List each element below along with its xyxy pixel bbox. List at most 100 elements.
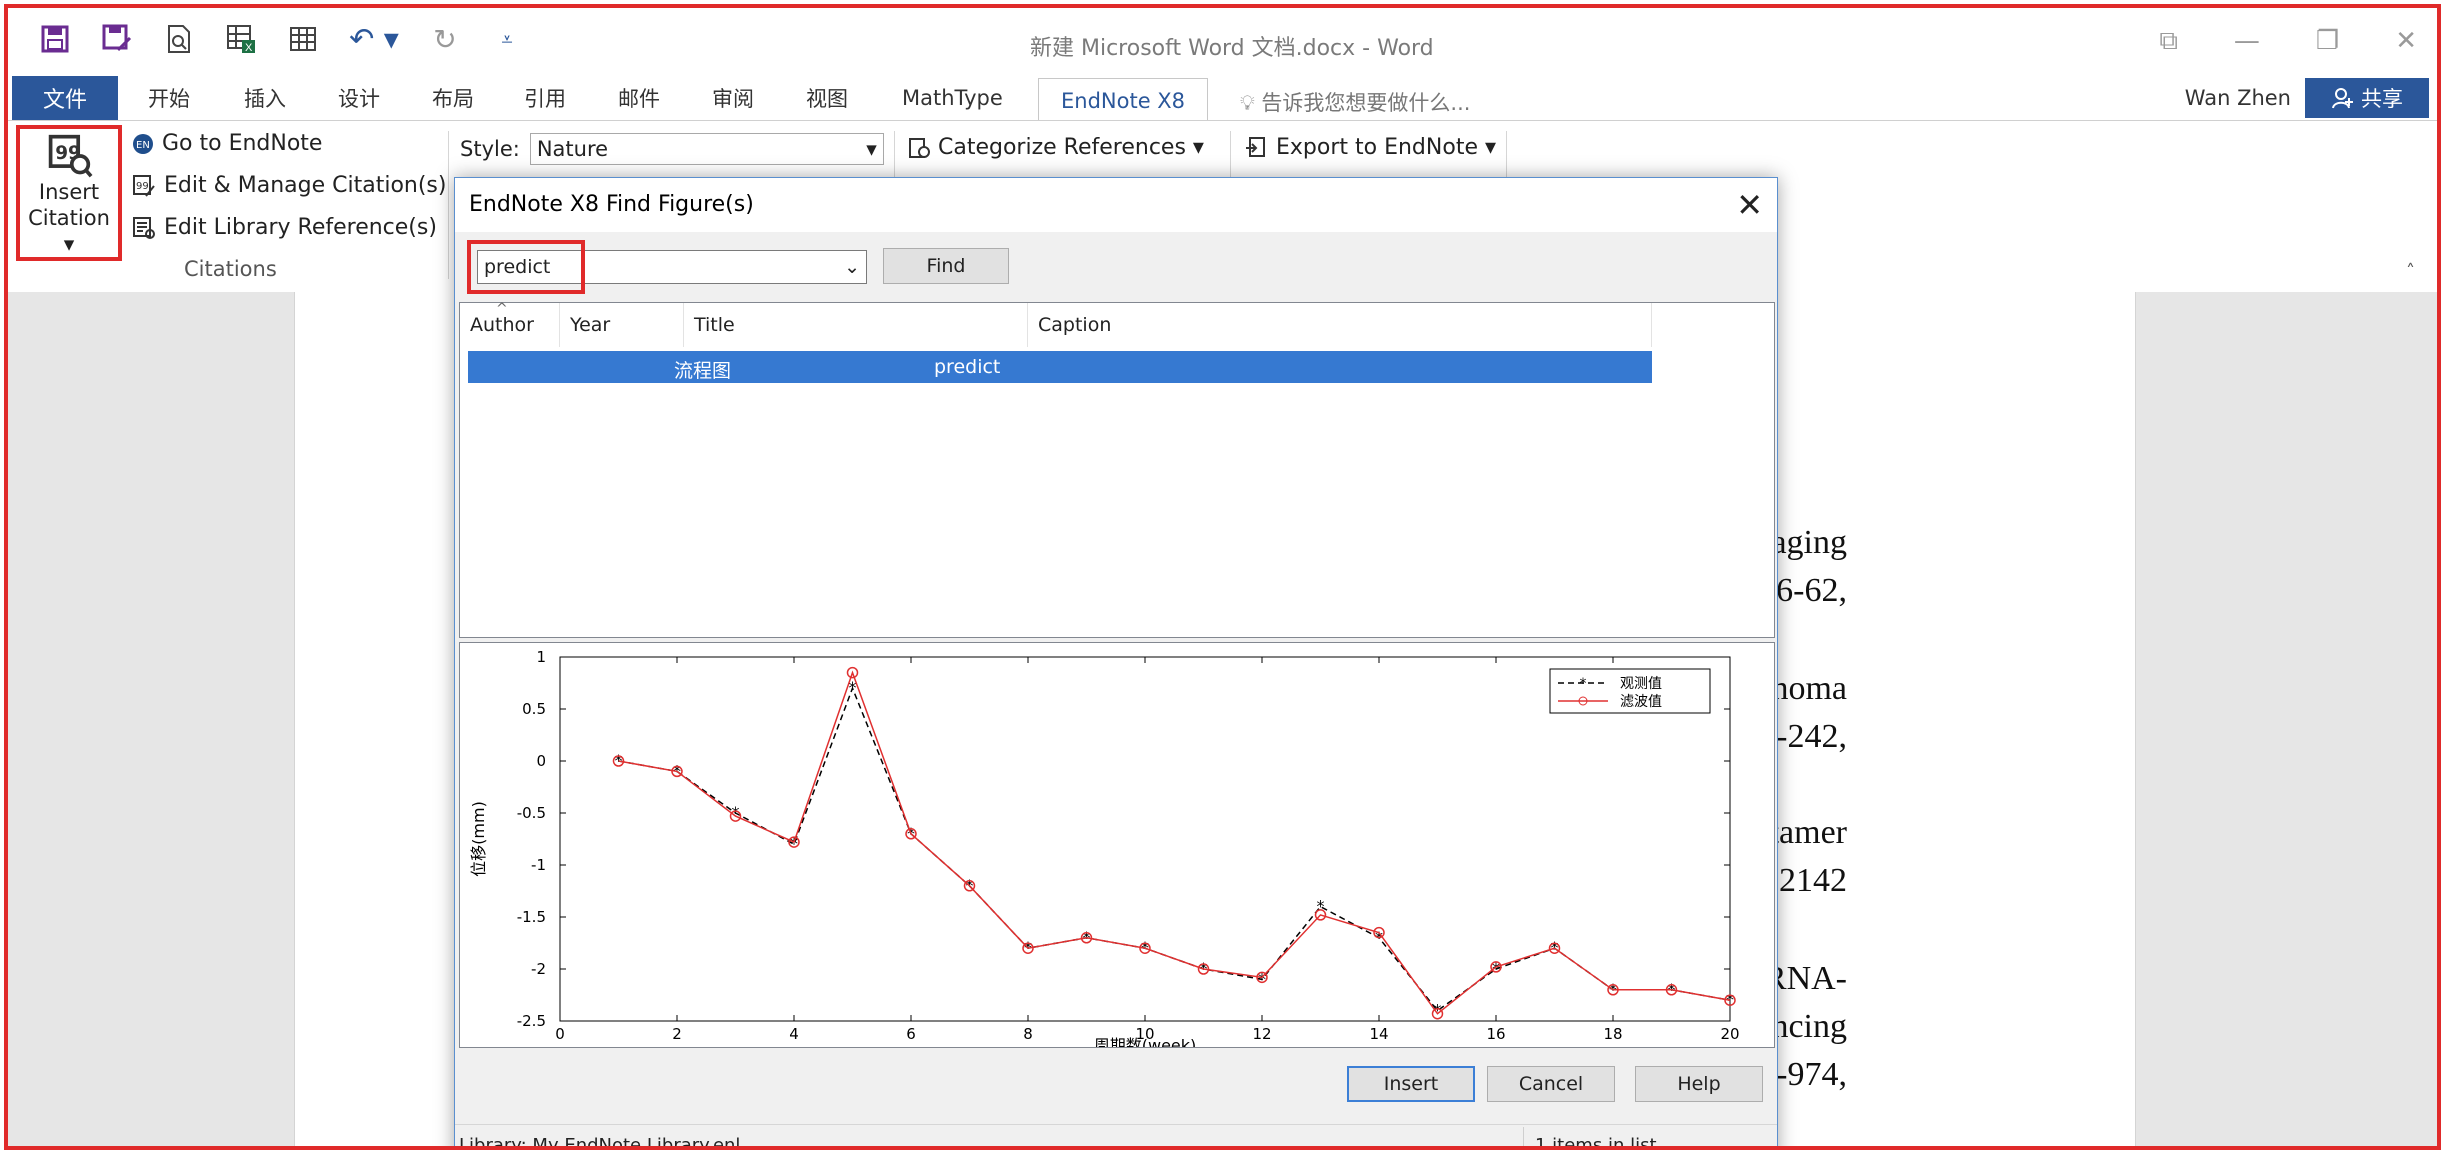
y-tick-label: -1.5 [517,908,546,926]
y-axis-label: 位移(mm) [469,801,488,877]
collapse-ribbon-icon[interactable]: ˄ [2406,261,2415,282]
ribbon-display-icon[interactable]: ⧉ [2159,26,2178,57]
column-header-title[interactable]: Title [684,303,1028,347]
minimize-icon[interactable]: — [2234,26,2260,57]
insert-button[interactable]: Insert [1347,1066,1475,1102]
dialog-status-bar: Library: My EndNote Library.enl 1 items … [455,1124,1777,1150]
chevron-down-icon[interactable]: ⌄ [844,256,860,278]
redo-icon[interactable]: ↻ [428,22,462,56]
save-as-icon[interactable] [100,22,134,56]
x-tick-label: 4 [789,1025,799,1043]
share-label: 共享 [2361,87,2403,111]
x-tick-label: 2 [672,1025,682,1043]
column-header-author-label: Author [470,314,534,336]
x-tick-label: 18 [1603,1025,1622,1043]
figure-preview: 0 2 4 6 8 10 12 14 16 18 20 1 0.5 0 -0.5 -1 -1.5 -2 -2.5 周期… [459,642,1775,1048]
go-to-endnote-button[interactable]: EN Go to EndNote [132,131,322,156]
tab-references[interactable]: 引用 [524,76,566,120]
help-button[interactable]: Help [1635,1066,1763,1102]
column-header-title-label: Title [694,314,735,336]
legend-marker: * [1580,676,1587,692]
document-text: noma [1771,670,1847,707]
export-to-endnote-button[interactable]: Export to EndNote ▾ [1244,135,1496,160]
data-point: * [615,751,623,770]
column-header-caption[interactable]: Caption [1028,303,1652,347]
categorize-label: Categorize References ▾ [938,135,1204,160]
edit-library-reference-button[interactable]: Edit Library Reference(s) [132,215,437,240]
edit-manage-citations-button[interactable]: 99 Edit & Manage Citation(s) [132,173,446,198]
tab-home[interactable]: 开始 [148,76,190,120]
categorize-icon [909,137,930,158]
cancel-button[interactable]: Cancel [1487,1066,1615,1102]
quick-access-toolbar: X ↶ ▾ ↻ ⩡ [38,22,524,57]
endnote-icon: EN [133,133,153,154]
y-tick-label: -2 [531,960,546,978]
user-name[interactable]: Wan Zhen [2185,86,2291,110]
document-text: aging [1771,524,1847,561]
chevron-down-icon: ▾ [866,137,877,161]
legend-label: 观测值 [1620,676,1662,692]
style-picker: Style: Nature ▾ [460,133,884,165]
dialog-title: EndNote X8 Find Figure(s) [469,192,754,217]
customize-icon[interactable]: ⩡ [490,22,524,56]
svg-text:99: 99 [136,181,149,192]
tab-design[interactable]: 设计 [338,76,380,120]
column-header-year-label: Year [570,314,611,336]
x-tick-label: 16 [1486,1025,1505,1043]
tab-mathtype[interactable]: MathType [902,76,1003,120]
tab-review[interactable]: 审阅 [712,76,754,120]
window-title: 新建 Microsoft Word 文档.docx - Word [1030,36,1434,61]
title-bar: X ↶ ▾ ↻ ⩡ 新建 Microsoft Word 文档.docx - Wo… [8,8,2437,76]
style-select[interactable]: Nature ▾ [529,133,884,165]
x-axis-label: 周期数(week) [1094,1036,1197,1048]
export-icon [1246,136,1265,157]
edit-library-label: Edit Library Reference(s) [164,215,437,240]
data-point: * [1317,897,1325,916]
insert-citation-label: Insert [38,180,100,204]
status-count: 1 items in list [1535,1135,1657,1150]
save-icon[interactable] [38,22,72,56]
cell-caption: predict [934,356,1001,378]
style-value: Nature [536,137,609,161]
column-header-author[interactable]: Author [460,303,560,347]
close-icon[interactable]: ✕ [2395,26,2417,57]
find-button[interactable]: Find [883,248,1009,284]
ribbon-tabs: 文件 开始 插入 设计 布局 引用 邮件 审阅 视图 MathType EndN… [8,76,2437,123]
search-row: predict ⌄ Find [463,232,1771,298]
x-tick-label: 20 [1720,1025,1739,1043]
share-button[interactable]: 共享 [2305,78,2429,118]
tell-me-text: 告诉我您想要做什么... [1261,91,1471,115]
categorize-references-button[interactable]: Categorize References ▾ [908,135,1204,160]
x-tick-label: 14 [1369,1025,1388,1043]
x-tick-label: 6 [906,1025,916,1043]
window-controls: ⧉ — ❐ ✕ [2159,26,2417,57]
y-tick-label: 0 [536,752,546,770]
y-tick-label: -0.5 [517,804,546,822]
tab-layout[interactable]: 布局 [432,76,474,120]
column-header-year[interactable]: Year [560,303,684,347]
tab-file[interactable]: 文件 [12,76,118,120]
table-row[interactable]: 流程图 predict [468,351,1652,383]
search-input[interactable]: predict ⌄ [477,250,867,284]
tab-insert[interactable]: 插入 [244,76,286,120]
close-icon[interactable]: ✕ [1736,186,1763,224]
excel-icon[interactable]: X [224,22,258,56]
tab-view[interactable]: 视图 [806,76,848,120]
maximize-icon[interactable]: ❐ [2316,26,2339,57]
dialog-title-bar: EndNote X8 Find Figure(s) ✕ [455,178,1777,232]
tab-endnote[interactable]: EndNote X8 [1038,78,1209,123]
find-figure-dialog: EndNote X8 Find Figure(s) ✕ predict ⌄ Fi… [454,177,1778,1150]
tab-mailings[interactable]: 邮件 [618,76,660,120]
person-add-icon [2332,88,2353,109]
document-text: 6-62, [1776,572,1847,609]
undo-icon[interactable]: ↶ ▾ [348,22,400,57]
insert-citation-button[interactable]: 99 Insert Citation ▾ [16,125,122,261]
table-icon[interactable] [286,22,320,56]
print-preview-icon[interactable] [162,22,196,56]
sort-indicator-icon: ^ [496,301,508,317]
y-tick-label: 0.5 [522,700,546,718]
go-to-endnote-label: Go to EndNote [162,131,323,156]
export-label: Export to EndNote ▾ [1276,135,1497,160]
tell-me-box[interactable]: 💡︎ 告诉我您想要做什么... [1240,87,1470,117]
search-value: predict [484,256,551,278]
